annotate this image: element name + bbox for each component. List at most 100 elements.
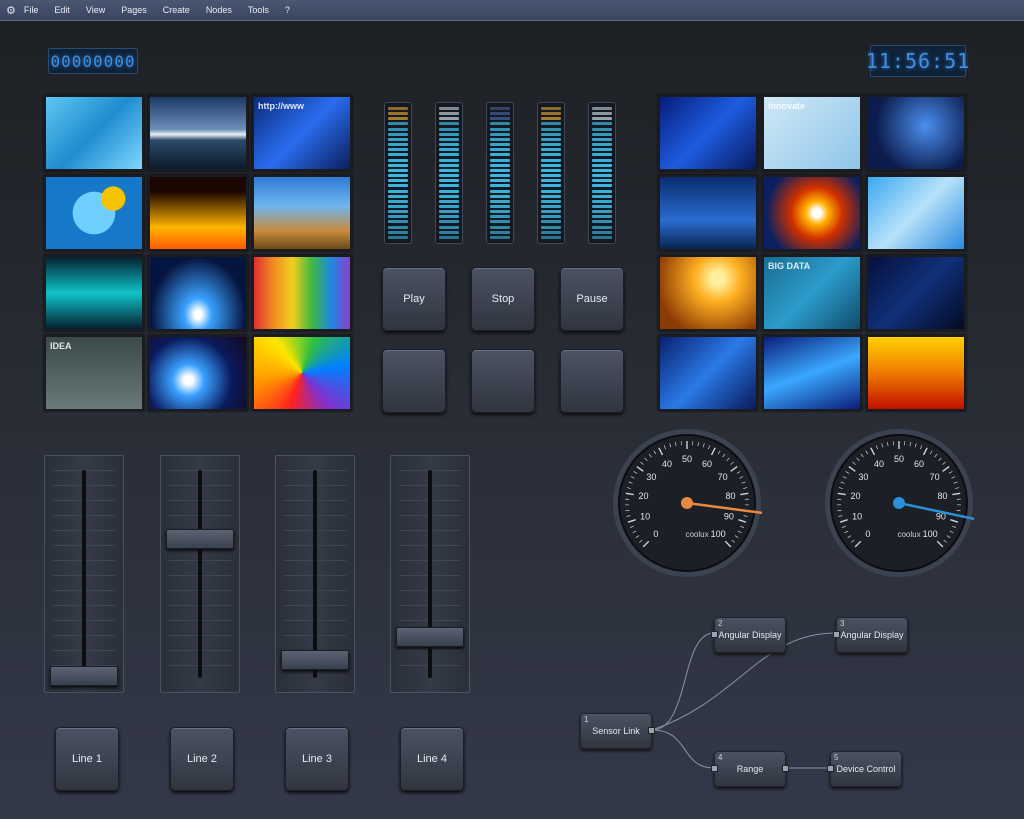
gauge-tick-label: 20 <box>639 491 649 501</box>
gauge-tick-label: 100 <box>923 529 938 539</box>
dna-image[interactable] <box>658 335 758 411</box>
pause-button[interactable]: Pause <box>560 267 624 331</box>
meter-segment <box>541 163 561 167</box>
meter-segment <box>388 199 408 203</box>
play-button[interactable]: Play <box>382 267 446 331</box>
menu-tools[interactable]: Tools <box>240 5 277 15</box>
skyscraper-image[interactable] <box>658 175 758 251</box>
meter-segment <box>439 112 459 116</box>
mountain-lake-image[interactable] <box>148 95 248 171</box>
menu-help[interactable]: ? <box>277 5 298 15</box>
node-number: 3 <box>840 619 845 628</box>
output-port[interactable] <box>648 727 655 734</box>
fader-knob[interactable] <box>396 626 464 647</box>
blue-bricks-image[interactable] <box>44 175 144 251</box>
input-port[interactable] <box>833 631 840 638</box>
meter-segment <box>388 122 408 126</box>
node-angular-display-2[interactable]: 3 Angular Display <box>833 617 908 653</box>
meter-segment <box>541 122 561 126</box>
node-number: 5 <box>834 753 839 762</box>
blue-curves-image[interactable] <box>866 175 966 251</box>
meter-segment <box>490 112 510 116</box>
meter-segment <box>541 199 561 203</box>
color-swatches-image[interactable] <box>252 335 352 411</box>
node-device-control[interactable]: 5 Device Control <box>827 751 902 787</box>
meter-segment <box>541 230 561 234</box>
fader-knob[interactable] <box>281 650 349 671</box>
graph-line-image[interactable] <box>866 255 966 331</box>
speed-lines-image[interactable] <box>762 335 862 411</box>
explosion-image[interactable] <box>762 175 862 251</box>
light-dots-image[interactable] <box>44 255 144 331</box>
input-port[interactable] <box>827 765 834 772</box>
http-image[interactable]: http://www <box>252 95 352 171</box>
guitarist-image[interactable] <box>866 95 966 171</box>
meter-segment <box>388 127 408 131</box>
meter-segment <box>388 204 408 208</box>
meter-segment <box>490 215 510 219</box>
counter-display: 00000000 <box>48 48 138 74</box>
idea-woman-image[interactable]: IDEA <box>44 335 144 411</box>
meter-segment <box>439 148 459 152</box>
menu-pages[interactable]: Pages <box>113 5 155 15</box>
menu-view[interactable]: View <box>78 5 113 15</box>
meter-segment <box>439 184 459 188</box>
fader-line-1[interactable] <box>44 455 124 693</box>
meter-segment <box>592 210 612 214</box>
meter-segment <box>592 107 612 110</box>
meter-segment <box>388 117 408 121</box>
menu-create[interactable]: Create <box>155 5 198 15</box>
node-sensor-link[interactable]: 1 Sensor Link <box>580 713 655 749</box>
light-tunnel-image[interactable] <box>148 335 248 411</box>
line-2-button[interactable]: Line 2 <box>170 727 234 791</box>
meter-segment <box>388 189 408 193</box>
node-angular-display-1[interactable]: 2 Angular Display <box>711 617 786 653</box>
golden-lights-image[interactable] <box>866 335 966 411</box>
water-image[interactable] <box>44 95 144 171</box>
meter-segment <box>388 210 408 214</box>
gauge-tick-label: 30 <box>858 472 868 482</box>
fader-line-3[interactable] <box>275 455 355 693</box>
node-range[interactable]: 4 Range <box>711 751 789 787</box>
output-port[interactable] <box>782 765 789 772</box>
gauge-tick <box>837 509 842 512</box>
gauge-tick-label: 50 <box>894 454 904 464</box>
meter-segment <box>541 143 561 147</box>
line-1-button[interactable]: Line 1 <box>55 727 119 791</box>
blank-button-3[interactable] <box>560 349 624 413</box>
stop-button[interactable]: Stop <box>471 267 535 331</box>
gauge-right: 010203040 50 60708090100coolux <box>825 429 974 577</box>
meter-segment <box>541 204 561 208</box>
menu-edit[interactable]: Edit <box>46 5 78 15</box>
sunset-hand-image[interactable] <box>658 255 758 331</box>
fader-line-2[interactable] <box>160 455 240 693</box>
light-rays-image[interactable] <box>148 255 248 331</box>
meter-segment <box>388 132 408 136</box>
input-port[interactable] <box>711 631 718 638</box>
meter-segment <box>490 204 510 208</box>
big-data-image[interactable]: BIG DATA <box>762 255 862 331</box>
blank-button-1[interactable] <box>382 349 446 413</box>
rainbow-wood-image[interactable] <box>252 255 352 331</box>
innovation-text-image[interactable]: innovate <box>762 95 862 171</box>
meter-segment <box>388 163 408 167</box>
gear-icon[interactable]: ⚙ <box>6 4 16 17</box>
meter-segment <box>388 230 408 234</box>
meter-segment <box>592 220 612 224</box>
blank-button-2[interactable] <box>471 349 535 413</box>
menu-file[interactable]: File <box>16 5 47 15</box>
fire-image[interactable] <box>148 175 248 251</box>
meter-segment <box>541 215 561 219</box>
input-port[interactable] <box>711 765 718 772</box>
meter-segment <box>439 179 459 183</box>
meter-segment <box>439 225 459 229</box>
network-lines-image[interactable] <box>658 95 758 171</box>
gauge-tick-label: 80 <box>937 491 947 501</box>
line-4-button[interactable]: Line 4 <box>400 727 464 791</box>
hands-image[interactable] <box>252 175 352 251</box>
fader-knob[interactable] <box>50 666 118 686</box>
line-3-button[interactable]: Line 3 <box>285 727 349 791</box>
fader-line-4[interactable] <box>390 455 470 693</box>
fader-knob[interactable] <box>166 528 234 549</box>
menu-nodes[interactable]: Nodes <box>198 5 240 15</box>
